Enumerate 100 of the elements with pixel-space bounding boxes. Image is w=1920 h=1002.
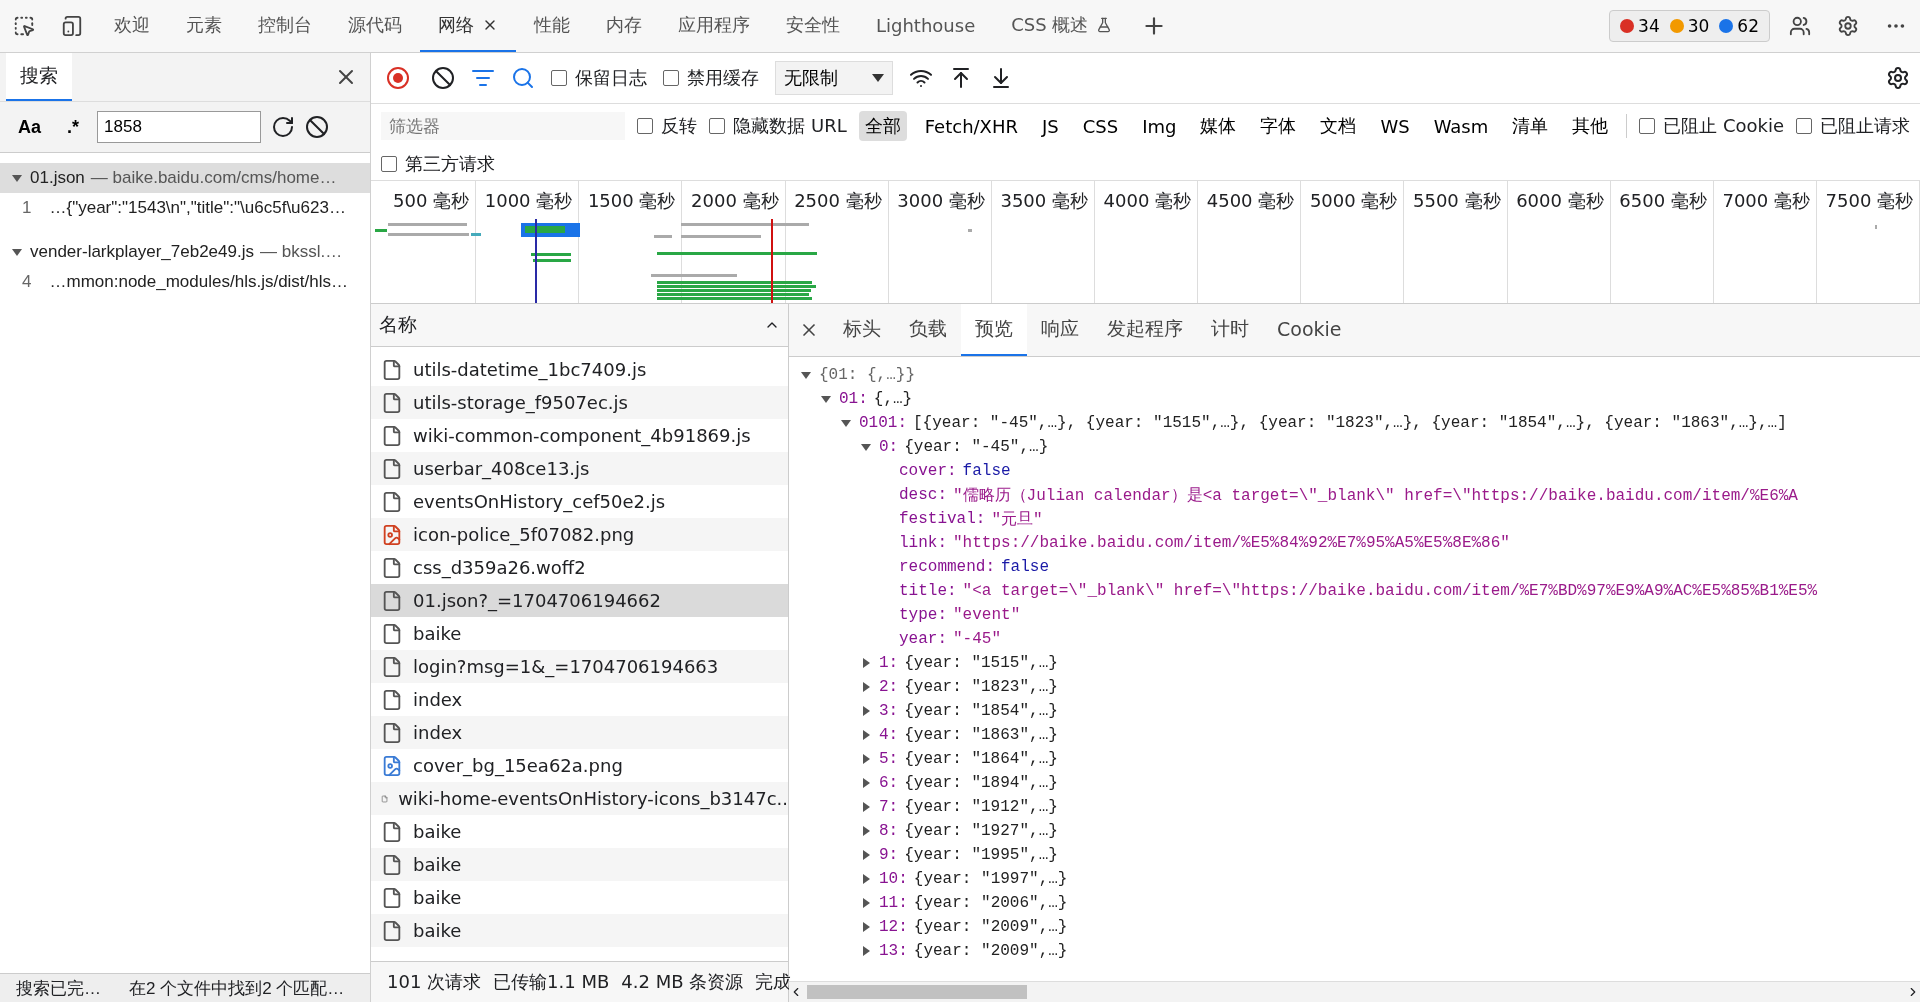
detail-tab[interactable]: 发起程序 xyxy=(1093,304,1197,356)
property-value: "https://baike.baidu.com/item/%E5%84%92%E7%95%A5%E5%8E%86" xyxy=(953,534,1510,552)
search-field[interactable]: 1858 xyxy=(97,111,262,143)
match-text[interactable]: …mmon:node_modules/hls.js/dist/hls… xyxy=(49,272,349,292)
panel-tab[interactable]: 欢迎 xyxy=(96,0,168,52)
request-name: utils-storage_f9507ec.js xyxy=(413,392,628,413)
property-value: false xyxy=(1001,558,1050,576)
panel-tab[interactable]: 性能 xyxy=(516,0,588,52)
detail-tab[interactable]: 标头 xyxy=(829,304,895,356)
checkbox[interactable] xyxy=(637,118,654,134)
checkbox-label[interactable]: 禁用缓存 xyxy=(663,66,759,90)
panel-tab[interactable]: 应用程序 xyxy=(660,0,768,52)
file-icon xyxy=(381,886,403,909)
panel-tab[interactable]: CSS 概述 xyxy=(993,0,1131,52)
property-key: cover: xyxy=(899,462,957,480)
panel-tab[interactable]: Lighthouse xyxy=(858,0,994,52)
panel-tab[interactable]: 元素 xyxy=(168,0,240,52)
type-filter[interactable]: CSS xyxy=(1076,112,1125,140)
object-summary: {year: "1995",…} xyxy=(904,846,1058,864)
type-filter[interactable]: 字体 xyxy=(1254,111,1303,141)
checkbox-label[interactable]: 反转 xyxy=(637,114,698,138)
object-summary: {year: "1515",…} xyxy=(904,654,1058,672)
file-icon xyxy=(381,853,403,876)
timeline-tick-label: 500 毫秒 xyxy=(393,189,470,213)
request-row[interactable]: 01.json?_=1704706194662 xyxy=(371,584,788,617)
checkbox[interactable] xyxy=(709,118,726,134)
detail-tab[interactable]: 响应 xyxy=(1027,304,1093,356)
throttling-dropdown[interactable]: 无限制 xyxy=(775,61,893,95)
checkbox[interactable] xyxy=(381,156,397,172)
checkbox[interactable] xyxy=(1639,118,1656,134)
issues-counter[interactable]: 34 30 62 xyxy=(1609,10,1770,42)
file-icon xyxy=(381,820,403,843)
timeline-tick-label: 7000 毫秒 xyxy=(1722,189,1810,213)
panel-tab[interactable]: 源代码 xyxy=(330,0,420,52)
detail-tab[interactable]: 预览 xyxy=(961,304,1027,356)
type-filter[interactable]: 清单 xyxy=(1506,111,1555,141)
property-key: recommend: xyxy=(899,558,995,576)
clear-icon[interactable] xyxy=(431,66,455,90)
type-filter[interactable]: Wasm xyxy=(1427,112,1495,140)
property-key: 12: xyxy=(879,918,908,936)
type-filter[interactable]: JS xyxy=(1036,112,1065,140)
checkbox[interactable] xyxy=(663,70,679,86)
match-case-toggle[interactable]: Aa xyxy=(10,112,49,142)
detail-tab[interactable]: Cookie xyxy=(1263,304,1356,356)
type-filter[interactable]: 文档 xyxy=(1314,111,1363,141)
type-filter[interactable]: 其他 xyxy=(1566,111,1615,141)
search-result-file[interactable]: 01.json — baike.baidu.com/cms/home… xyxy=(0,163,370,193)
type-filter[interactable]: Img xyxy=(1136,112,1183,140)
match-text[interactable]: …{"year":"1543\n","title":"\u6c5f\u623… xyxy=(49,198,346,218)
property-key: 4: xyxy=(879,726,899,744)
request-row[interactable]: wiki-home-eventsOnHistory-icons_b3147c.. xyxy=(371,782,788,815)
line-number: 4 xyxy=(22,272,32,292)
request-row[interactable]: userbar_408ce13.js xyxy=(371,452,788,485)
filter-field[interactable]: 筛选器 xyxy=(381,112,626,140)
refresh-icon[interactable] xyxy=(271,115,296,139)
checkbox[interactable] xyxy=(1796,118,1812,134)
type-filter[interactable]: 全部 xyxy=(858,111,907,141)
request-row[interactable]: icon-police_5f07082.png xyxy=(371,518,788,551)
request-row[interactable]: index xyxy=(371,716,788,749)
type-filter[interactable]: Fetch/XHR xyxy=(918,112,1024,140)
request-name: wiki-common-component_4b91869.js xyxy=(413,425,751,446)
request-row[interactable]: baike xyxy=(371,848,788,881)
summary-text: 已传输1.1 MB xyxy=(493,970,610,994)
object-summary: {year: "-45",…} xyxy=(904,438,1049,456)
panel-tab[interactable]: 网络 xyxy=(420,0,516,52)
panel-tab[interactable]: 安全性 xyxy=(768,0,858,52)
checkbox[interactable] xyxy=(551,70,567,86)
detail-tab[interactable]: 计时 xyxy=(1197,304,1263,356)
detail-tab[interactable]: 负载 xyxy=(895,304,961,356)
checkbox-label[interactable]: 隐藏数据 URL xyxy=(709,114,847,138)
property-key: 3: xyxy=(879,702,899,720)
property-key: 5: xyxy=(879,750,899,768)
request-row[interactable]: baike xyxy=(371,914,788,947)
request-name: utils-datetime_1bc7409.js xyxy=(413,359,647,380)
file-icon xyxy=(381,721,403,744)
search-tab[interactable]: 搜索 xyxy=(6,53,72,101)
column-header[interactable]: 名称 xyxy=(379,312,417,338)
request-name: baike xyxy=(413,854,462,875)
image-file-icon xyxy=(381,523,403,546)
search-icon[interactable] xyxy=(511,66,535,90)
object-summary: {year: "1863",…} xyxy=(904,726,1058,744)
clear-icon[interactable] xyxy=(305,115,330,139)
type-filter[interactable]: 媒体 xyxy=(1194,111,1243,141)
regex-toggle[interactable]: .* xyxy=(59,112,88,142)
type-filter[interactable]: WS xyxy=(1374,112,1416,140)
panel-tab[interactable]: 控制台 xyxy=(240,0,330,52)
scrollbar-thumb[interactable] xyxy=(807,985,1027,999)
search-result-file[interactable]: vender-larkplayer_7eb2e49.js — bkssl.… xyxy=(0,237,370,267)
checkbox-label[interactable]: 已阻止 Cookie xyxy=(1639,114,1784,138)
property-key: 01: xyxy=(839,390,868,408)
request-row[interactable]: login?msg=1&_=1704706194663 xyxy=(371,650,788,683)
checkbox-label[interactable]: 已阻止请求 xyxy=(1796,114,1910,138)
checkbox-label[interactable]: 保留日志 xyxy=(551,66,647,90)
file-name: vender-larkplayer_7eb2e49.js xyxy=(30,242,254,262)
checkbox-label[interactable]: 第三方请求 xyxy=(381,152,495,176)
settings-icon[interactable] xyxy=(1886,66,1910,90)
panel-tab[interactable]: 内存 xyxy=(588,0,660,52)
request-row[interactable]: utils-storage_f9507ec.js xyxy=(371,386,788,419)
file-icon xyxy=(381,589,403,612)
object-summary: {year: "2009",…} xyxy=(913,918,1068,936)
